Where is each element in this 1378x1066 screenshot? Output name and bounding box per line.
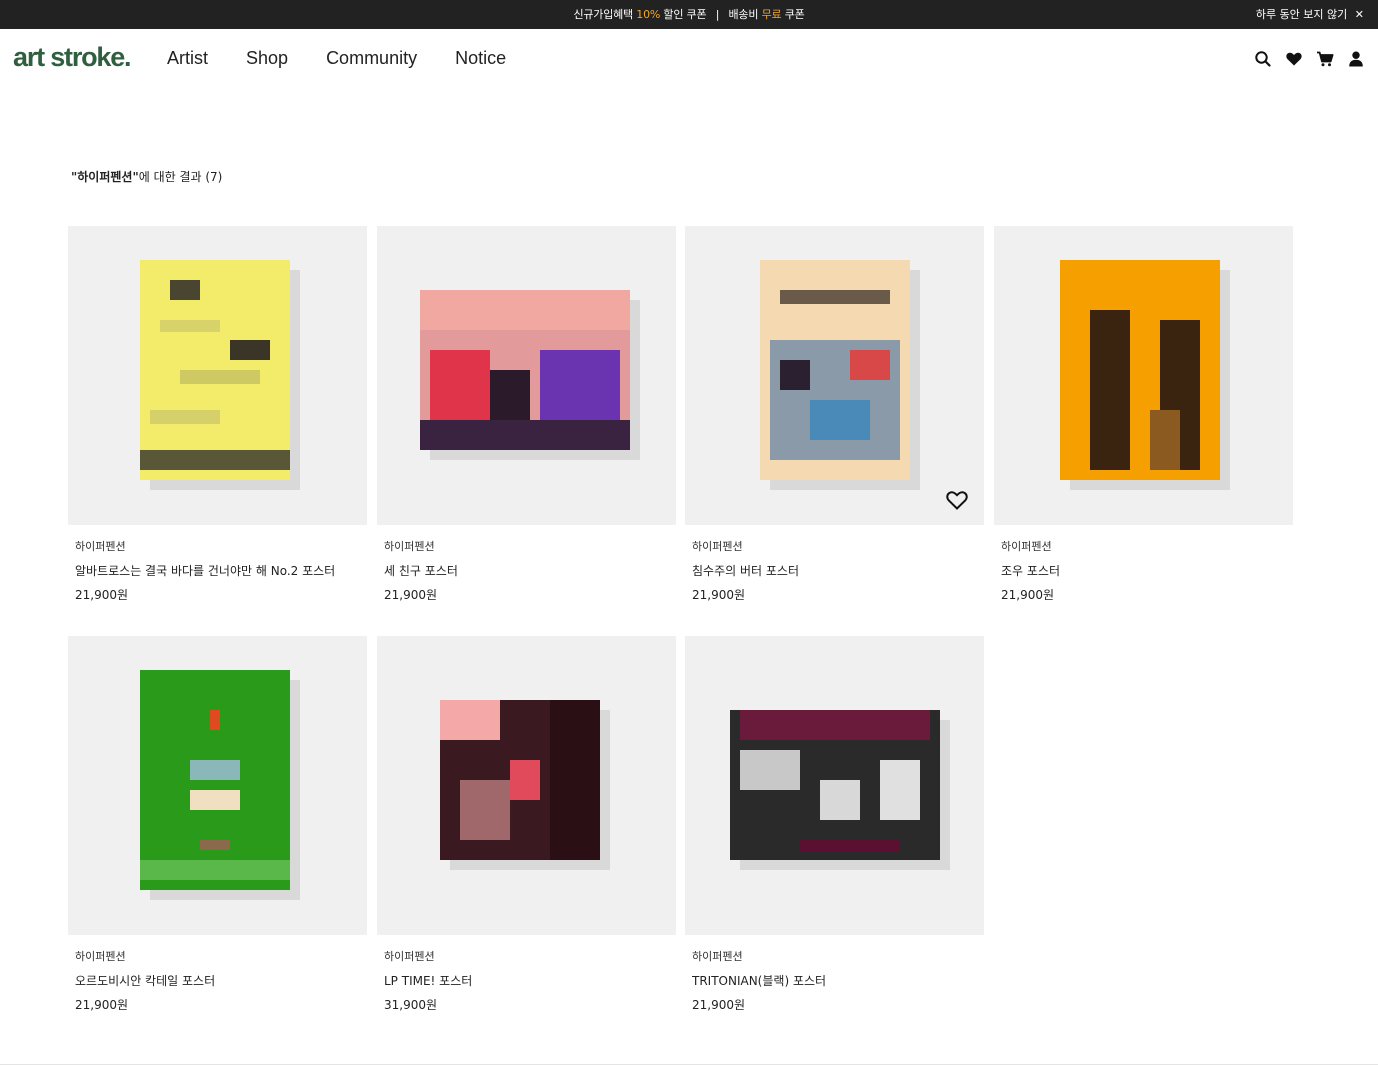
product-name[interactable]: LP TIME! 포스터 (384, 973, 669, 997)
product-thumbnail[interactable] (377, 226, 676, 525)
product-brand[interactable]: 하이퍼펜션 (692, 539, 977, 563)
product-card[interactable]: 하이퍼펜션 TRITONIAN(블랙) 포스터 21,900원 (685, 636, 984, 1013)
product-card[interactable]: 하이퍼펜션 침수주의 버터 포스터 21,900원 (685, 226, 984, 603)
product-price: 21,900원 (692, 998, 746, 1012)
product-price: 21,900원 (75, 588, 129, 602)
product-name[interactable]: 알바트로스는 결국 바다를 건너야만 해 No.2 포스터 (75, 563, 360, 587)
product-card[interactable]: 하이퍼펜션 알바트로스는 결국 바다를 건너야만 해 No.2 포스터 21,9… (68, 226, 367, 603)
heart-icon[interactable] (1284, 49, 1304, 69)
product-thumbnail[interactable] (685, 226, 984, 525)
site-header: art stroke. Artist Shop Community Notice (0, 29, 1378, 91)
product-card[interactable]: 하이퍼펜션 LP TIME! 포스터 31,900원 (377, 636, 676, 1013)
search-query: "하이퍼펜션" (71, 170, 139, 184)
promo-free: 무료 (761, 8, 782, 21)
product-name[interactable]: 침수주의 버터 포스터 (692, 563, 977, 587)
product-brand[interactable]: 하이퍼펜션 (384, 539, 669, 563)
product-brand[interactable]: 하이퍼펜션 (1001, 539, 1286, 563)
search-result-count: 에 대한 결과 (7) (138, 170, 223, 184)
promo-shipping-label: 배송비 (728, 8, 759, 21)
product-name[interactable]: 오르도비시안 칵테일 포스터 (75, 973, 360, 997)
main-nav: Artist Shop Community Notice (167, 48, 544, 69)
product-thumbnail[interactable] (377, 636, 676, 935)
product-brand[interactable]: 하이퍼펜션 (384, 949, 669, 973)
nav-community[interactable]: Community (326, 48, 417, 69)
user-icon[interactable] (1346, 49, 1366, 69)
product-thumbnail[interactable] (994, 226, 1293, 525)
product-price: 21,900원 (75, 998, 129, 1012)
product-price: 31,900원 (384, 998, 438, 1012)
product-price: 21,900원 (1001, 588, 1055, 602)
product-brand[interactable]: 하이퍼펜션 (692, 949, 977, 973)
nav-notice[interactable]: Notice (455, 48, 506, 69)
page-divider (0, 1064, 1378, 1065)
header-icons (1242, 49, 1366, 69)
promo-separator: | (715, 8, 720, 21)
poster-image (760, 260, 920, 490)
site-logo[interactable]: art stroke. (13, 42, 132, 73)
product-brand[interactable]: 하이퍼펜션 (75, 539, 360, 563)
poster-image (730, 710, 950, 870)
promo-bar: 신규가입혜택 10% 할인 쿠폰 | 배송비 무료 쿠폰 하루 동안 보지 않기… (0, 0, 1378, 29)
close-icon[interactable]: ✕ (1355, 8, 1364, 21)
poster-image (140, 670, 300, 900)
dismiss-label: 하루 동안 보지 않기 (1255, 8, 1348, 21)
product-card[interactable]: 하이퍼펜션 조우 포스터 21,900원 (994, 226, 1293, 603)
promo-shipping-coupon: 쿠폰 (784, 8, 805, 21)
cart-icon[interactable] (1315, 49, 1335, 69)
dismiss-today-button[interactable]: 하루 동안 보지 않기 ✕ (1256, 0, 1364, 29)
poster-image (1060, 260, 1230, 490)
nav-shop[interactable]: Shop (246, 48, 288, 69)
promo-signup-label: 신규가입혜택 (573, 8, 633, 21)
search-result-title: "하이퍼펜션"에 대한 결과 (7) (71, 168, 222, 185)
search-icon[interactable] (1253, 49, 1273, 69)
promo-discount: 10% (636, 8, 661, 21)
product-card[interactable]: 하이퍼펜션 세 친구 포스터 21,900원 (377, 226, 676, 603)
poster-image (140, 260, 300, 490)
product-thumbnail[interactable] (68, 226, 367, 525)
nav-artist[interactable]: Artist (167, 48, 208, 69)
poster-image (420, 290, 640, 460)
wishlist-heart-icon[interactable] (944, 487, 970, 513)
product-name[interactable]: 세 친구 포스터 (384, 563, 669, 587)
product-price: 21,900원 (384, 588, 438, 602)
product-price: 21,900원 (692, 588, 746, 602)
product-name[interactable]: TRITONIAN(블랙) 포스터 (692, 973, 977, 997)
product-brand[interactable]: 하이퍼펜션 (75, 949, 360, 973)
product-thumbnail[interactable] (68, 636, 367, 935)
promo-text[interactable]: 신규가입혜택 10% 할인 쿠폰 | 배송비 무료 쿠폰 (0, 0, 1378, 29)
product-name[interactable]: 조우 포스터 (1001, 563, 1286, 587)
poster-image (440, 700, 610, 870)
product-card[interactable]: 하이퍼펜션 오르도비시안 칵테일 포스터 21,900원 (68, 636, 367, 1013)
promo-coupon-label: 할인 쿠폰 (663, 8, 707, 21)
product-thumbnail[interactable] (685, 636, 984, 935)
